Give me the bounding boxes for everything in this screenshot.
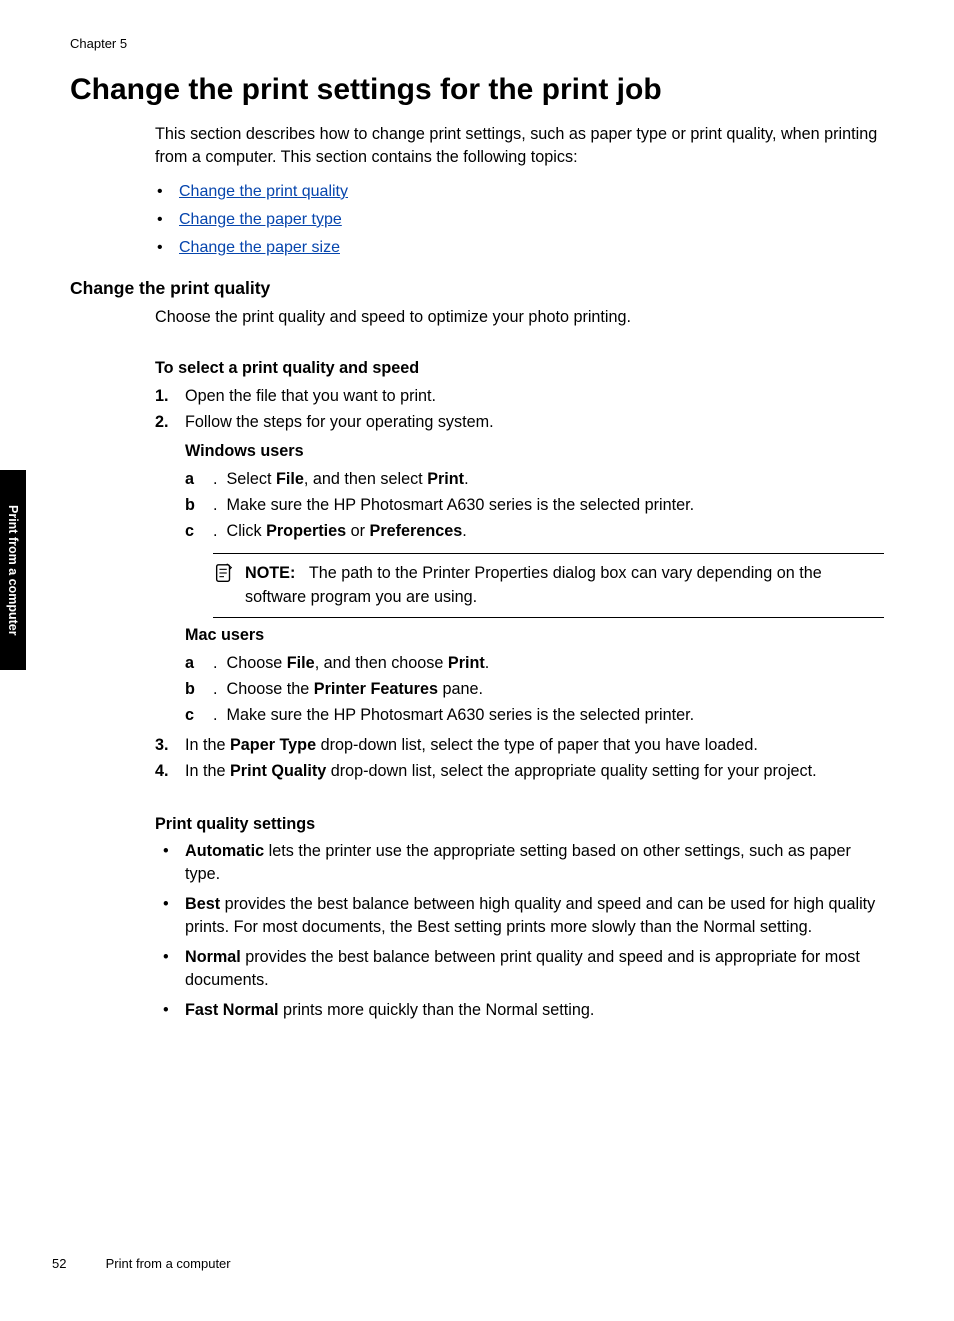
note-text: The path to the Printer Properties dialo… bbox=[245, 564, 822, 605]
bold: Normal bbox=[185, 948, 241, 966]
page-number: 52 bbox=[52, 1256, 102, 1271]
bold: Fast Normal bbox=[185, 1001, 279, 1019]
note-icon bbox=[213, 562, 235, 584]
step-3: 3.In the Paper Type drop-down list, sele… bbox=[155, 733, 884, 759]
step-4: 4.In the Print Quality drop-down list, s… bbox=[155, 759, 884, 785]
note-label: NOTE: bbox=[245, 564, 295, 582]
procedure-heading: To select a print quality and speed bbox=[155, 359, 884, 378]
quality-automatic: Automatic lets the printer use the appro… bbox=[155, 840, 884, 887]
win-step-b: b. Make sure the HP Photosmart A630 seri… bbox=[185, 493, 884, 519]
text: provides the best balance between print … bbox=[185, 948, 860, 989]
footer-text: Print from a computer bbox=[106, 1256, 231, 1271]
mac-heading: Mac users bbox=[185, 626, 884, 645]
step-text: Open the file that you want to print. bbox=[185, 387, 436, 405]
quality-settings-heading: Print quality settings bbox=[155, 815, 884, 834]
section-heading: Change the print quality bbox=[70, 278, 270, 299]
step-2: 2.Follow the steps for your operating sy… bbox=[155, 410, 884, 436]
bold: Preferences bbox=[370, 522, 463, 540]
bold: Printer Features bbox=[314, 680, 438, 698]
text: drop-down list, select the type of paper… bbox=[316, 736, 758, 754]
toc-item: Change the paper size bbox=[179, 234, 884, 262]
bold: Print bbox=[448, 654, 485, 672]
toc-link-paper-type[interactable]: Change the paper type bbox=[179, 211, 342, 228]
mac-step-c: c. Make sure the HP Photosmart A630 seri… bbox=[185, 703, 884, 729]
page-footer: 52 Print from a computer bbox=[52, 1256, 231, 1271]
quality-fast-normal: Fast Normal prints more quickly than the… bbox=[155, 999, 884, 1022]
procedure-list-cont: 3.In the Paper Type drop-down list, sele… bbox=[155, 733, 884, 785]
bold: File bbox=[287, 654, 315, 672]
side-tab: Print from a computer bbox=[0, 470, 26, 670]
step-text: Follow the steps for your operating syst… bbox=[185, 413, 494, 431]
toc-link-paper-size[interactable]: Change the paper size bbox=[179, 239, 340, 256]
text: . bbox=[464, 470, 469, 488]
text: provides the best balance between high q… bbox=[185, 895, 875, 936]
text: or bbox=[346, 522, 369, 540]
toc-link-quality[interactable]: Change the print quality bbox=[179, 183, 348, 200]
bold: File bbox=[276, 470, 304, 488]
text: , and then choose bbox=[315, 654, 448, 672]
toc-item: Change the print quality bbox=[179, 178, 884, 206]
text: Select bbox=[227, 470, 277, 488]
intro-paragraph: This section describes how to change pri… bbox=[155, 123, 884, 170]
quality-best: Best provides the best balance between h… bbox=[155, 893, 884, 940]
windows-steps: a. Select File, and then select Print. b… bbox=[155, 467, 884, 545]
text: . bbox=[462, 522, 467, 540]
text: lets the printer use the appropriate set… bbox=[185, 842, 851, 883]
quality-normal: Normal provides the best balance between… bbox=[155, 946, 884, 993]
text: pane. bbox=[438, 680, 483, 698]
win-step-c: c. Click Properties or Preferences. bbox=[185, 519, 884, 545]
text: In the bbox=[185, 736, 230, 754]
toc-list: Change the print quality Change the pape… bbox=[155, 178, 884, 262]
bold: Print Quality bbox=[230, 762, 326, 780]
quality-list: Automatic lets the printer use the appro… bbox=[155, 840, 884, 1022]
bold: Properties bbox=[266, 522, 346, 540]
text: Make sure the HP Photosmart A630 series … bbox=[227, 706, 695, 724]
text: Make sure the HP Photosmart A630 series … bbox=[227, 496, 695, 514]
text: , and then select bbox=[304, 470, 427, 488]
win-step-a: a. Select File, and then select Print. bbox=[185, 467, 884, 493]
text: Click bbox=[227, 522, 267, 540]
mac-step-b: b. Choose the Printer Features pane. bbox=[185, 677, 884, 703]
mac-steps: a. Choose File, and then choose Print. b… bbox=[155, 651, 884, 729]
windows-heading: Windows users bbox=[185, 442, 884, 461]
text: Choose the bbox=[227, 680, 314, 698]
bold: Paper Type bbox=[230, 736, 316, 754]
text: prints more quickly than the Normal sett… bbox=[279, 1001, 595, 1019]
step-1: 1.Open the file that you want to print. bbox=[155, 384, 884, 410]
bold: Print bbox=[427, 470, 464, 488]
page-title: Change the print settings for the print … bbox=[70, 73, 662, 107]
text: . bbox=[485, 654, 490, 672]
text: In the bbox=[185, 762, 230, 780]
text: drop-down list, select the appropriate q… bbox=[326, 762, 816, 780]
note-box: NOTE: The path to the Printer Properties… bbox=[213, 553, 884, 618]
text: Choose bbox=[227, 654, 287, 672]
chapter-label: Chapter 5 bbox=[70, 36, 127, 51]
bold: Best bbox=[185, 895, 220, 913]
intro-text: Choose the print quality and speed to op… bbox=[155, 306, 884, 329]
bold: Automatic bbox=[185, 842, 264, 860]
toc-item: Change the paper type bbox=[179, 206, 884, 234]
mac-step-a: a. Choose File, and then choose Print. bbox=[185, 651, 884, 677]
procedure-list: 1.Open the file that you want to print. … bbox=[155, 384, 884, 436]
